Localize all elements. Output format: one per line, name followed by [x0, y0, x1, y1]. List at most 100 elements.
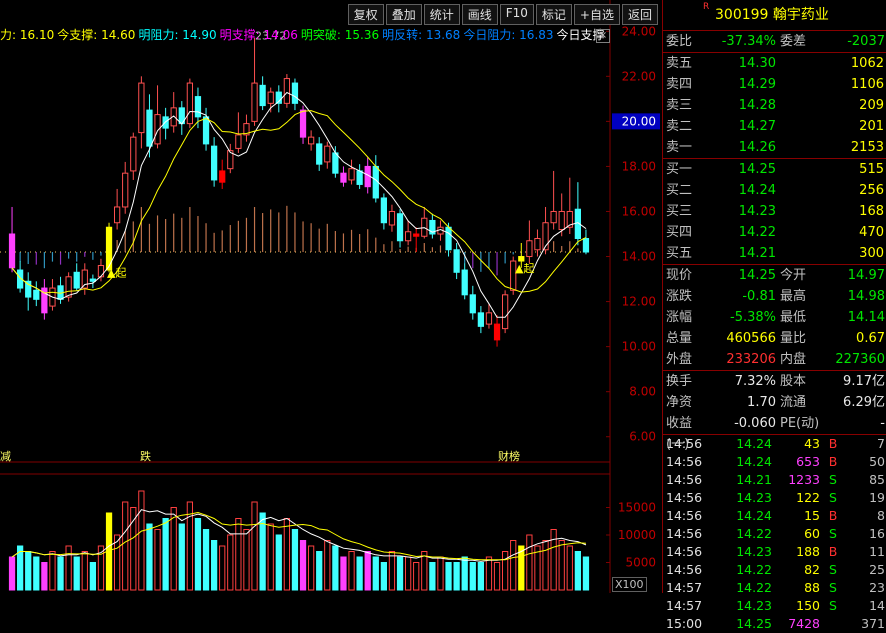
candle-body[interactable] [202, 116, 210, 145]
tick-row[interactable]: 14:56 14.23 188 B 11 [663, 543, 886, 561]
tick-row[interactable]: 14:56 14.24 653 B 50 [663, 453, 886, 471]
candle-body[interactable] [283, 78, 291, 104]
tick-row[interactable]: 14:56 14.22 60 S 16 [663, 525, 886, 543]
candle-body[interactable] [469, 294, 476, 314]
volume-bar [65, 545, 72, 591]
candle-body[interactable] [259, 84, 266, 107]
bids-row[interactable]: 买四 14.22 470 [663, 222, 886, 243]
asks-row[interactable]: 卖四 14.29 1106 [663, 74, 886, 95]
candle-body[interactable] [235, 134, 242, 149]
asks-row[interactable]: 卖一 14.26 2153 [663, 137, 886, 158]
tick-row[interactable]: 14:57 14.22 88 S 23 [663, 579, 886, 597]
candle-body[interactable] [477, 312, 485, 327]
candle-body[interactable] [324, 145, 331, 163]
volume-bar [186, 501, 194, 591]
candle-body[interactable] [210, 145, 218, 181]
candle-body[interactable] [396, 213, 404, 242]
candle-body[interactable] [194, 96, 202, 118]
tick-row[interactable]: 14:56 14.23 122 S 19 [663, 489, 886, 507]
asks-row[interactable]: 卖五 14.30 1062 [663, 53, 886, 74]
candle-body[interactable] [65, 276, 72, 298]
candle-body[interactable] [146, 109, 153, 147]
asks-row[interactable]: 卖三 14.28 209 [663, 95, 886, 116]
candle-body[interactable] [526, 240, 533, 258]
toolbar-button-3[interactable]: 画线 [461, 4, 498, 25]
bids-volume: 168 [859, 204, 884, 219]
candle-body[interactable] [340, 172, 347, 183]
candle-body[interactable] [380, 197, 388, 224]
candle-body[interactable] [138, 82, 145, 134]
candle-body[interactable] [316, 143, 323, 165]
toolbar-button-7[interactable]: 返回 [621, 4, 658, 25]
toolbar-button-2[interactable]: 统计 [423, 4, 460, 25]
candle-body[interactable] [453, 249, 460, 273]
tick-row[interactable]: 14:56 14.24 43 B 7 [663, 435, 886, 453]
candle-body[interactable] [81, 269, 88, 289]
candle-body[interactable] [582, 238, 590, 253]
candle-body[interactable] [493, 323, 501, 341]
candle-body[interactable] [404, 231, 412, 242]
asks-row[interactable]: 卖二 14.27 201 [663, 116, 886, 137]
kline-chart-svg[interactable]: 24.00 22.00 20.00 18.00 16.00 14.00 12.00 10.00… [0, 0, 662, 593]
toolbar-button-0[interactable]: 复权 [347, 4, 384, 25]
candle-body[interactable] [518, 256, 525, 262]
candle-body[interactable] [307, 136, 315, 145]
tick-time: 14:57 [666, 580, 703, 595]
stock-title[interactable]: R 300199 翰宇药业 [663, 0, 886, 30]
toolbar-button-5[interactable]: 标记 [535, 4, 572, 25]
candle-body[interactable] [550, 210, 557, 224]
candle-body[interactable] [219, 170, 226, 183]
tick-row[interactable]: 15:00 14.25 7428 371 [663, 615, 886, 633]
toolbar-button-6[interactable]: +自选 [573, 4, 620, 25]
volume-axis-label: 5000 [625, 556, 656, 570]
candle-body[interactable] [348, 168, 355, 181]
event-mark[interactable]: 财榜 [498, 449, 520, 463]
candle-body[interactable] [485, 312, 493, 325]
event-mark[interactable]: 跌 [140, 449, 151, 463]
asks-label: 卖四 [666, 77, 693, 92]
volume-bar [251, 501, 258, 591]
toolbar-button-4[interactable]: F10 [499, 4, 534, 25]
candle-body[interactable] [461, 269, 468, 296]
tick-row[interactable]: 14:56 14.22 82 S 25 [663, 561, 886, 579]
tick-row[interactable]: 14:56 14.21 1233 S 85 [663, 471, 886, 489]
candle-body[interactable] [73, 271, 80, 289]
fund-label: 换手 [666, 374, 693, 389]
candle-body[interactable] [267, 91, 274, 104]
close-icon[interactable]: × [596, 29, 610, 43]
candle-body[interactable] [413, 233, 420, 237]
candle-body[interactable] [299, 109, 307, 138]
event-mark[interactable]: 减 [0, 450, 11, 463]
candle-body[interactable] [97, 265, 105, 278]
candle-body[interactable] [501, 294, 509, 330]
tick-side: S [829, 526, 837, 541]
candle-body[interactable] [251, 82, 258, 122]
volume-bar [210, 540, 218, 591]
bids-row[interactable]: 买一 14.25 515 [663, 159, 886, 180]
candle-body[interactable] [186, 82, 194, 125]
candle-body[interactable] [356, 170, 363, 185]
tick-row[interactable]: 14:57 14.23 150 S 14 [663, 597, 886, 615]
candle-body[interactable] [8, 233, 16, 269]
volume-bar [89, 562, 97, 591]
candle-body[interactable] [130, 136, 137, 172]
bids-row[interactable]: 买三 14.23 168 [663, 201, 886, 222]
candle-body[interactable] [558, 210, 565, 230]
bids-row[interactable]: 买二 14.24 256 [663, 180, 886, 201]
candle-body[interactable] [291, 82, 299, 104]
candle-body[interactable] [388, 210, 396, 226]
candle-body[interactable] [113, 206, 121, 224]
tick-row[interactable]: 14:56 14.24 15 B 8 [663, 507, 886, 525]
candle-body[interactable] [33, 289, 40, 300]
fund-label: 收益(一) [666, 416, 693, 452]
candle-body[interactable] [332, 152, 339, 174]
bids-row[interactable]: 买五 14.21 300 [663, 243, 886, 264]
quote-value: 460566 [726, 331, 776, 346]
asks-volume: 2153 [850, 140, 884, 155]
candle-body[interactable] [122, 172, 129, 208]
candle-body[interactable] [445, 226, 452, 251]
candle-body[interactable] [534, 238, 541, 251]
tick-list[interactable]: 14:56 14.24 43 B 7 14:56 14.24 653 B 50 14:56 14.21… [663, 435, 886, 633]
kline-chart-area[interactable]: 24.00 22.00 20.00 18.00 16.00 14.00 12.00 10.00… [0, 0, 662, 593]
toolbar-button-1[interactable]: 叠加 [385, 4, 422, 25]
